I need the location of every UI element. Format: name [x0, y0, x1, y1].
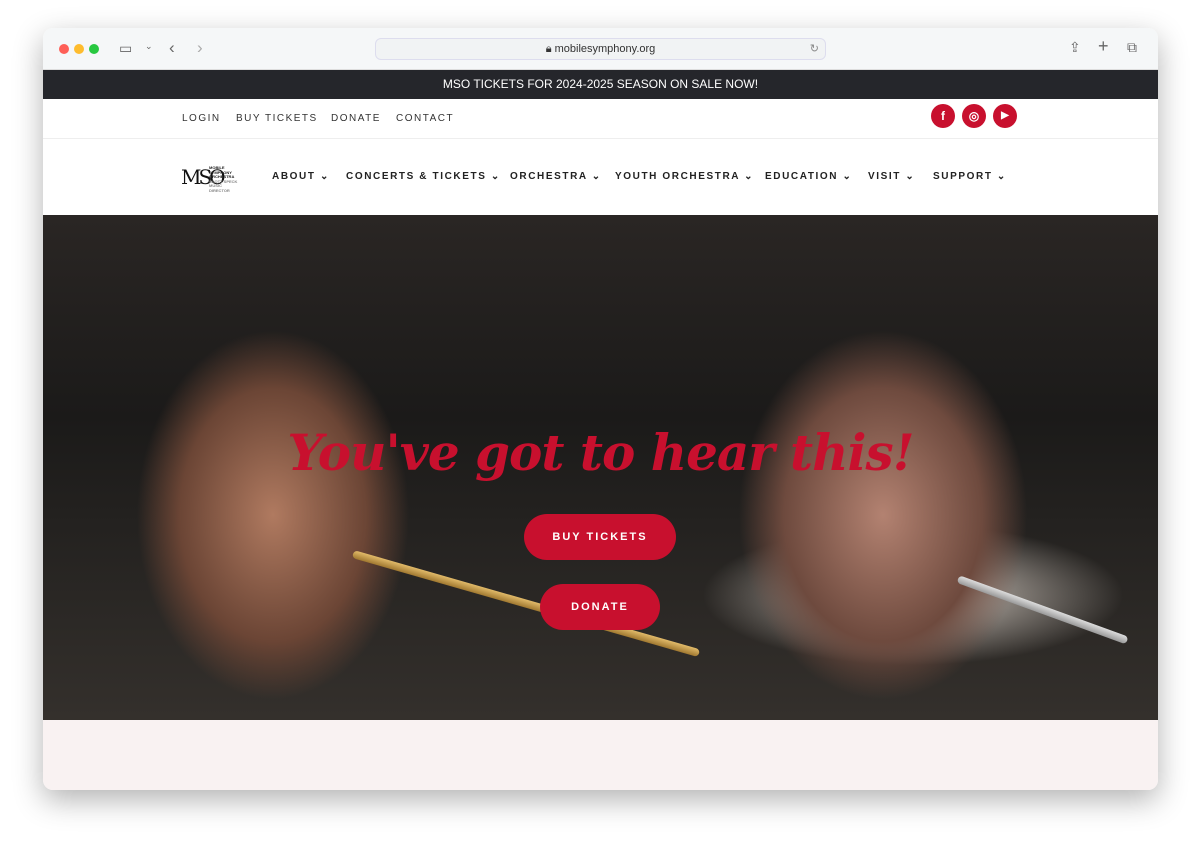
reload-icon[interactable]: ↻: [810, 39, 819, 59]
back-icon[interactable]: ‹: [169, 38, 175, 58]
nav-youth-orchestra[interactable]: YOUTH ORCHESTRA ⌄: [615, 171, 754, 182]
nav-visit[interactable]: VISIT ⌄: [868, 171, 915, 182]
trumpet-image: [956, 575, 1129, 645]
instagram-icon[interactable]: ◎: [962, 104, 986, 128]
chevron-down-icon[interactable]: ⌄: [145, 41, 153, 52]
login-link[interactable]: LOGIN: [182, 113, 221, 124]
logo-line: MUSIC DIRECTOR: [209, 183, 230, 193]
nav-education[interactable]: EDUCATION ⌄: [765, 171, 852, 182]
facebook-icon[interactable]: f: [931, 104, 955, 128]
nav-about[interactable]: ABOUT ⌄: [272, 171, 330, 182]
new-tab-icon[interactable]: +: [1098, 36, 1109, 57]
nav-orchestra[interactable]: ORCHESTRA ⌄: [510, 171, 602, 182]
donate-link[interactable]: DONATE: [331, 113, 381, 124]
address-bar[interactable]: 🔒︎ mobilesymphony.org ↻: [375, 38, 826, 60]
sidebar-icon[interactable]: ▭: [119, 40, 132, 57]
minimize-window-button[interactable]: [74, 44, 84, 54]
youtube-icon[interactable]: ▶: [993, 104, 1017, 128]
browser-window: ▭ ⌄ ‹ › 🔒︎ mobilesymphony.org ↻ ⇪ + ⧉ MSO…: [43, 28, 1158, 790]
tabs-overview-icon[interactable]: ⧉: [1127, 39, 1137, 56]
lock-icon: 🔒︎: [545, 43, 555, 55]
hero-section: You've got to hear this! BUY TICKETS DON…: [43, 215, 1158, 720]
announcement-banner[interactable]: MSO TICKETS FOR 2024-2025 SEASON ON SALE…: [43, 70, 1158, 99]
main-nav: MSO MOBILE SYMPHONY ORCHESTRA SCOTT SPECK MU…: [43, 139, 1158, 215]
nav-support[interactable]: SUPPORT ⌄: [933, 171, 1007, 182]
top-utility-nav: LOGIN BUY TICKETS DONATE CONTACT f ◎ ▶: [43, 99, 1158, 139]
share-icon[interactable]: ⇪: [1069, 39, 1081, 56]
url-text: mobilesymphony.org: [554, 43, 656, 55]
mso-logo[interactable]: MSO MOBILE SYMPHONY ORCHESTRA SCOTT SPECK MU…: [181, 163, 241, 193]
nav-concerts-tickets[interactable]: CONCERTS & TICKETS ⌄: [346, 171, 501, 182]
donate-button[interactable]: DONATE: [540, 584, 660, 630]
hero-slogan: You've got to hear this!: [287, 423, 914, 482]
browser-toolbar: ▭ ⌄ ‹ › 🔒︎ mobilesymphony.org ↻ ⇪ + ⧉: [43, 28, 1158, 70]
forward-icon[interactable]: ›: [197, 38, 203, 58]
maximize-window-button[interactable]: [89, 44, 99, 54]
content-section: [43, 720, 1158, 790]
contact-link[interactable]: CONTACT: [396, 113, 454, 124]
close-window-button[interactable]: [59, 44, 69, 54]
buy-tickets-button[interactable]: BUY TICKETS: [524, 514, 676, 560]
buy-tickets-link[interactable]: BUY TICKETS: [236, 113, 318, 124]
